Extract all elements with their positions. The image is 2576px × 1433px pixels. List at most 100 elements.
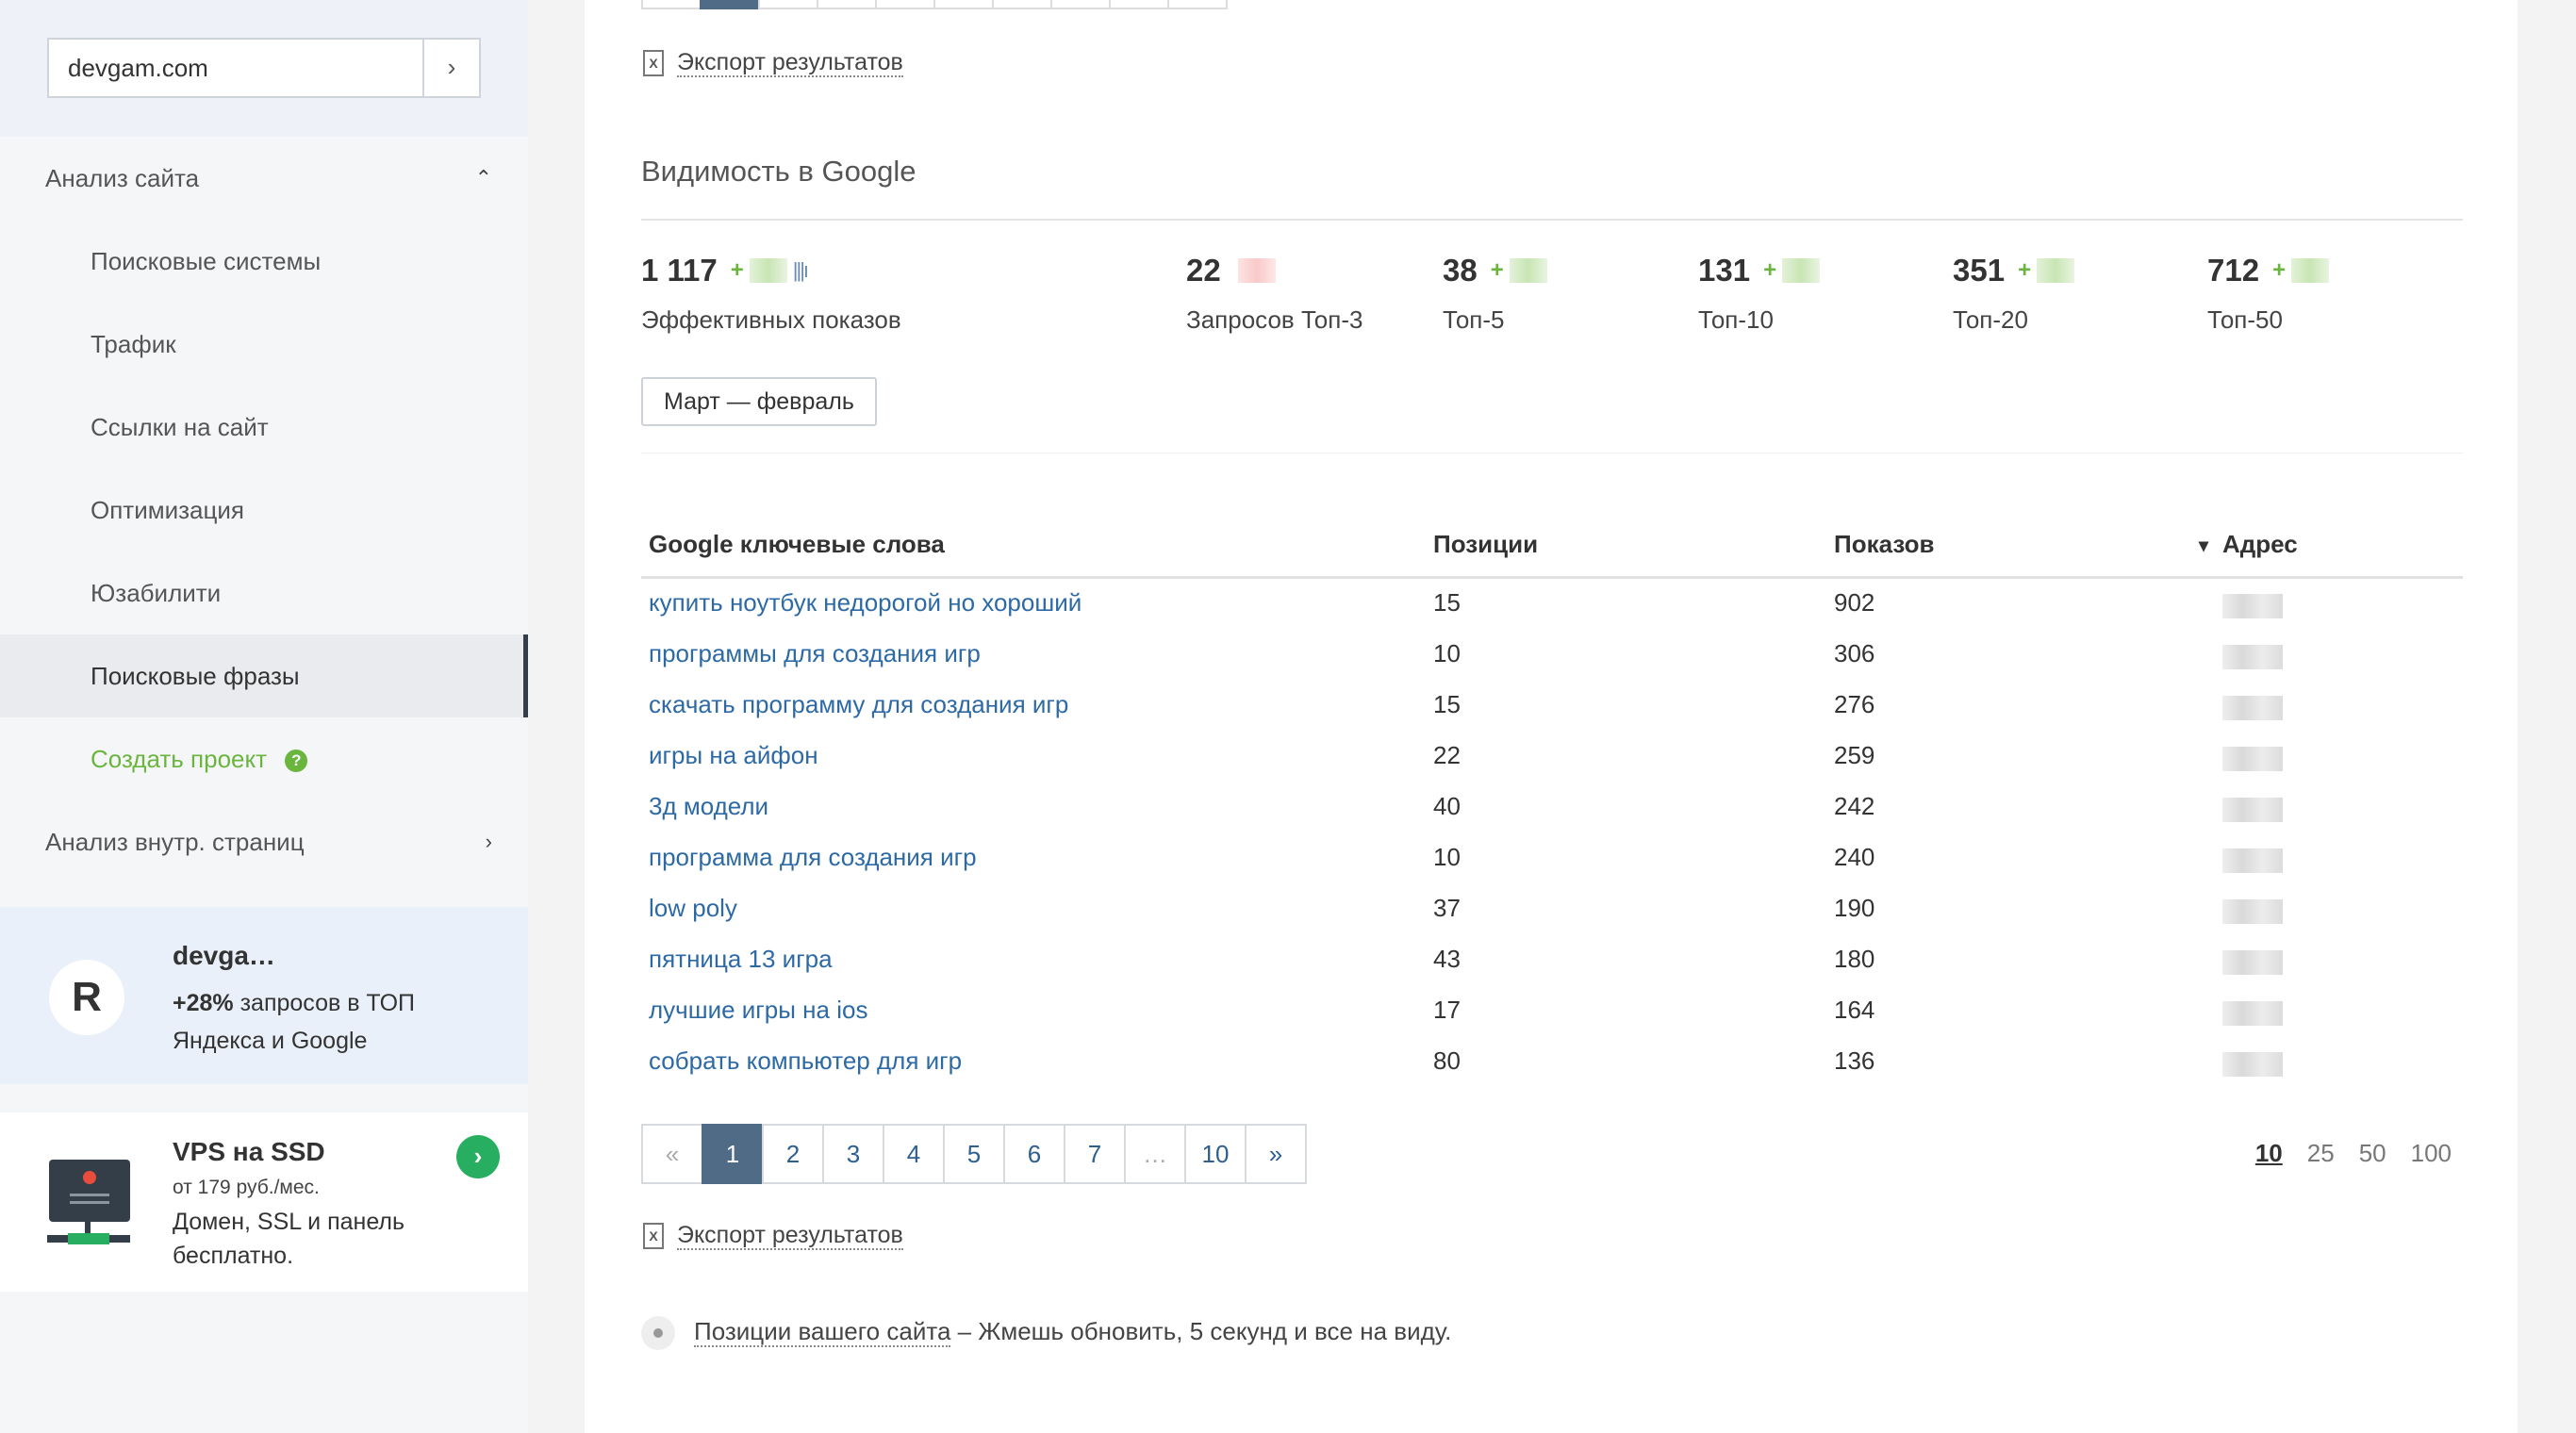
stat-plus: + <box>2272 257 2287 283</box>
per-page-option[interactable]: 100 <box>2411 1139 2452 1167</box>
domain-box: devgam.com › <box>0 0 528 137</box>
sidebar-item-traffic[interactable]: Трафик <box>0 303 528 386</box>
export-label: Экспорт результатов <box>677 1222 903 1250</box>
menu-section-label: Анализ внутр. страниц <box>45 828 305 856</box>
keyword-link[interactable]: лучшие игры на ios <box>649 996 867 1025</box>
left-gutter <box>528 0 585 1433</box>
header-keyword[interactable]: Google ключевые слова <box>649 530 945 559</box>
keyword-link[interactable]: программы для создания игр <box>649 639 981 668</box>
keyword-link[interactable]: 3д модели <box>649 792 768 821</box>
page-button: … <box>1124 1124 1186 1184</box>
table-row: собрать компьютер для игр 80 136 <box>641 1037 2463 1088</box>
sidebar-item-search-phrases[interactable]: Поисковые фразы <box>0 634 528 717</box>
sidebar-item-search-engines[interactable]: Поисковые системы <box>0 220 528 303</box>
per-page-option[interactable]: 25 <box>2307 1139 2335 1167</box>
page-button[interactable]: 4 <box>883 1124 945 1184</box>
blurred-delta <box>1237 258 1276 283</box>
export-label: Экспорт результатов <box>677 49 903 77</box>
promo-banner-seo[interactable]: R devga… +28% запросов в ТОП Яндекса и G… <box>0 907 528 1084</box>
sort-arrow-icon: ▾ <box>2199 535 2209 556</box>
blurred-address[interactable] <box>2222 950 2283 975</box>
page-button[interactable]: » <box>1245 1124 1307 1184</box>
create-project-link[interactable]: Создать проект ? <box>0 717 528 800</box>
top-pager-remnant <box>641 0 1228 9</box>
keyword-link[interactable]: low poly <box>649 894 737 923</box>
keyword-link[interactable]: собрать компьютер для игр <box>649 1046 962 1076</box>
position-value: 10 <box>1433 639 1461 667</box>
page-button[interactable]: 10 <box>1184 1124 1247 1184</box>
per-page-option[interactable]: 10 <box>2255 1139 2283 1167</box>
page-button[interactable]: 2 <box>762 1124 824 1184</box>
blurred-address[interactable] <box>2222 594 2283 618</box>
table-row: игры на айфон 22 259 <box>641 732 2463 782</box>
header-address[interactable]: Адрес <box>2222 530 2298 559</box>
impressions-value: 242 <box>1834 792 1875 820</box>
sidebar-item-backlinks[interactable]: Ссылки на сайт <box>0 386 528 469</box>
position-value: 37 <box>1433 894 1461 922</box>
positions-link[interactable]: Позиции вашего сайта <box>694 1316 951 1347</box>
position-value: 40 <box>1433 792 1461 820</box>
visibility-title: Видимость в Google <box>641 155 916 188</box>
stat-label: Топ-5 <box>1443 305 1505 334</box>
stat-top10: 131 + Топ-10 <box>1698 253 1821 335</box>
per-page-option[interactable]: 50 <box>2359 1139 2386 1167</box>
blurred-address[interactable] <box>2222 1052 2283 1077</box>
table-row: купить ноутбук недорогой но хороший 15 902 <box>641 579 2463 630</box>
help-icon[interactable]: ? <box>285 749 308 773</box>
period-button[interactable]: Март — февраль <box>641 377 877 426</box>
table-row: программа для создания игр 10 240 <box>641 833 2463 884</box>
page-button[interactable]: 1 <box>702 1124 764 1184</box>
keyword-link[interactable]: пятница 13 игра <box>649 945 833 974</box>
stat-plus: + <box>1490 257 1504 283</box>
right-gutter <box>2518 0 2576 1433</box>
blurred-address[interactable] <box>2222 798 2283 822</box>
position-value: 80 <box>1433 1046 1461 1075</box>
note-text: – Жмешь обновить, 5 секунд и все на виду… <box>950 1316 1452 1345</box>
impressions-value: 276 <box>1834 690 1875 718</box>
export-results-link-top[interactable]: X Экспорт результатов <box>643 49 903 77</box>
stat-plus: + <box>2018 257 2032 283</box>
blurred-address[interactable] <box>2222 696 2283 720</box>
page-button[interactable]: 5 <box>943 1124 1005 1184</box>
promo-banner-vps[interactable]: VPS на SSD от 179 руб./мес. Домен, SSL и… <box>0 1112 528 1292</box>
keyword-link[interactable]: программа для создания игр <box>649 843 977 872</box>
arrow-right-icon[interactable]: › <box>456 1135 500 1178</box>
blurred-address[interactable] <box>2222 1001 2283 1026</box>
blurred-delta <box>2291 258 2330 283</box>
page-button[interactable]: « <box>641 1124 703 1184</box>
blurred-address[interactable] <box>2222 848 2283 873</box>
domain-go-button[interactable]: › <box>422 38 481 98</box>
blurred-delta <box>1509 258 1547 283</box>
impressions-value: 259 <box>1834 741 1875 769</box>
header-impressions[interactable]: Показов <box>1834 530 1935 559</box>
keyword-link[interactable]: скачать программу для создания игр <box>649 690 1068 719</box>
keyword-link[interactable]: игры на айфон <box>649 741 818 770</box>
menu-section-label: Анализ сайта <box>45 164 200 192</box>
table-row: low poly 37 190 <box>641 884 2463 935</box>
blurred-address[interactable] <box>2222 747 2283 771</box>
menu-section-site-analysis[interactable]: Анализ сайта ⌃ <box>0 137 528 220</box>
chart-bars-icon[interactable]: |||ı <box>793 258 809 283</box>
page-button[interactable]: 7 <box>1064 1124 1126 1184</box>
header-positions[interactable]: Позиции <box>1433 530 1538 559</box>
keyword-link[interactable]: купить ноутбук недорогой но хороший <box>649 588 1082 618</box>
sidebar-menu: Анализ сайта ⌃ Поисковые системы Трафик … <box>0 137 528 883</box>
stat-label: Топ-10 <box>1698 305 1774 334</box>
blurred-address[interactable] <box>2222 899 2283 924</box>
vps-text: Домен, SSL и панель бесплатно. <box>173 1209 405 1269</box>
export-results-link-bottom[interactable]: X Экспорт результатов <box>643 1222 903 1250</box>
domain-input[interactable]: devgam.com <box>47 38 424 98</box>
page-button[interactable]: 3 <box>822 1124 884 1184</box>
sidebar-item-usability[interactable]: Юзабилити <box>0 552 528 634</box>
sidebar-item-optimization[interactable]: Оптимизация <box>0 469 528 552</box>
position-value: 15 <box>1433 588 1461 617</box>
bullet-icon <box>641 1316 675 1350</box>
main-content: X Экспорт результатов Видимость в Google … <box>585 0 2518 1433</box>
menu-section-page-analysis[interactable]: Анализ внутр. страниц › <box>0 800 528 883</box>
blurred-address[interactable] <box>2222 645 2283 669</box>
table-row: пятница 13 игра 43 180 <box>641 935 2463 986</box>
stat-plus: + <box>730 257 744 283</box>
excel-file-icon: X <box>643 50 664 77</box>
page-button[interactable]: 6 <box>1003 1124 1065 1184</box>
excel-file-icon: X <box>643 1223 664 1250</box>
